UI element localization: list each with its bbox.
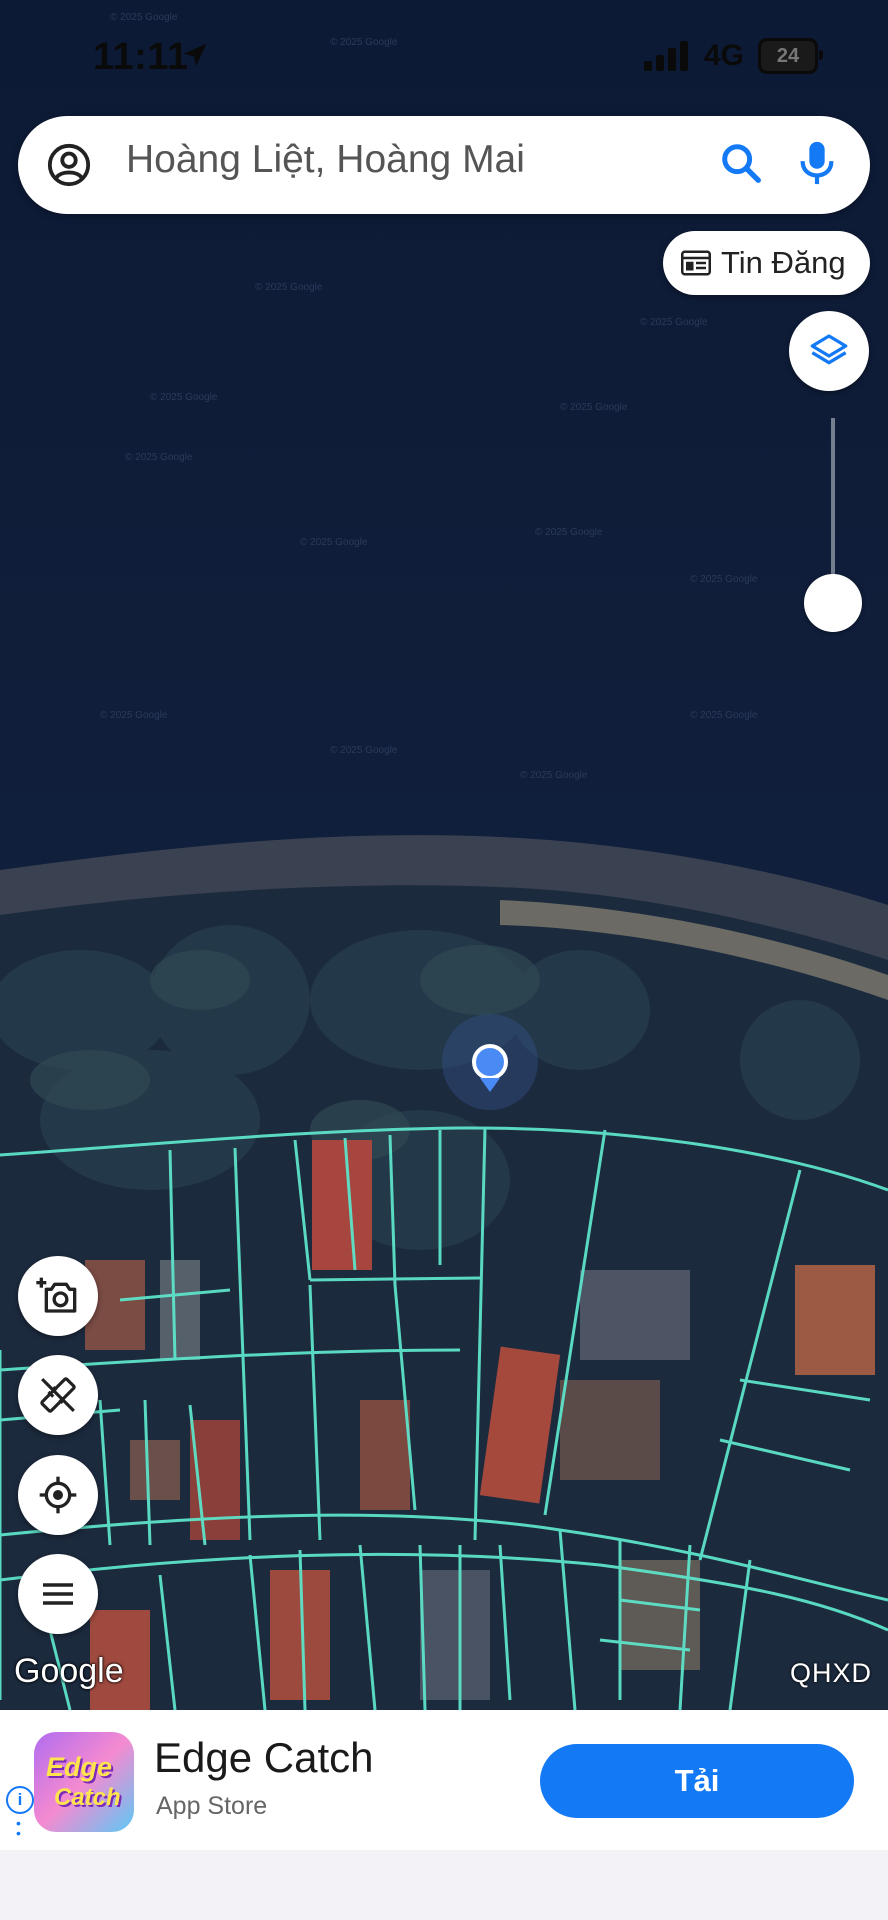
- search-query[interactable]: Hoàng Liệt, Hoàng Mai: [126, 138, 525, 182]
- layers-button[interactable]: [789, 311, 869, 391]
- layers-icon: [810, 334, 848, 365]
- opacity-slider-track[interactable]: [831, 418, 835, 598]
- add-photo-icon: [36, 1277, 77, 1313]
- bottom-bar: [0, 1850, 888, 1920]
- svg-text:© 2025 Google: © 2025 Google: [330, 745, 398, 756]
- svg-text:© 2025 Google: © 2025 Google: [690, 710, 758, 721]
- svg-text:© 2025 Google: © 2025 Google: [535, 527, 603, 538]
- add-photo-button[interactable]: [18, 1256, 98, 1336]
- search-icon[interactable]: [718, 140, 764, 186]
- layer-label: QHXD: [789, 1658, 872, 1688]
- ad-icon-text-1: Edge: [46, 1752, 113, 1782]
- menu-icon: [43, 1583, 73, 1605]
- svg-text:© 2025 Google: © 2025 Google: [640, 317, 708, 328]
- my-location-button[interactable]: [18, 1455, 98, 1535]
- location-arrow-icon: [183, 43, 207, 67]
- ad-banner[interactable]: i • • Edge Catch Edge Catch App Store Tải: [0, 1710, 888, 1850]
- listing-icon: [681, 250, 711, 276]
- svg-text:© 2025 Google: © 2025 Google: [255, 282, 323, 293]
- status-indicators: 4G 24: [643, 38, 823, 74]
- svg-text:© 2025 Google: © 2025 Google: [150, 392, 218, 403]
- svg-text:© 2025 Google: © 2025 Google: [520, 770, 588, 781]
- account-circle-icon[interactable]: [46, 142, 92, 188]
- info-icon[interactable]: i: [6, 1786, 34, 1814]
- menu-button[interactable]: [18, 1554, 98, 1634]
- more-icon[interactable]: • •: [16, 1816, 21, 1840]
- status-bar: 11:11 4G 24: [0, 30, 888, 80]
- mic-icon[interactable]: [794, 138, 840, 188]
- measure-button[interactable]: [18, 1355, 98, 1435]
- listings-chip[interactable]: Tin Đăng: [663, 231, 870, 295]
- svg-text:© 2025 Google: © 2025 Google: [100, 710, 168, 721]
- opacity-slider-thumb[interactable]: [804, 574, 862, 632]
- svg-text:© 2025 Google: © 2025 Google: [300, 537, 368, 548]
- listings-chip-label: Tin Đăng: [721, 245, 846, 280]
- svg-text:© 2025 Google: © 2025 Google: [690, 574, 758, 585]
- svg-text:© 2025 Google: © 2025 Google: [125, 452, 193, 463]
- battery-level: 24: [776, 44, 800, 67]
- ad-download-button[interactable]: Tải: [540, 1744, 854, 1818]
- google-attribution: Google: [14, 1652, 124, 1690]
- ad-app-name[interactable]: Edge Catch: [154, 1734, 373, 1782]
- ad-download-label: Tải: [674, 1763, 720, 1798]
- status-time: 11:11: [93, 36, 189, 78]
- measure-icon: [40, 1377, 76, 1413]
- my-location-icon: [39, 1476, 77, 1514]
- battery-icon: 24: [758, 38, 823, 74]
- search-bar[interactable]: Hoàng Liệt, Hoàng Mai: [18, 116, 870, 214]
- ad-icon-text-2: Catch: [54, 1784, 121, 1811]
- svg-text:© 2025 Google: © 2025 Google: [560, 402, 628, 413]
- svg-text:© 2025 Google: © 2025 Google: [110, 12, 178, 23]
- network-type: 4G: [703, 39, 744, 72]
- signal-icon: [643, 41, 688, 71]
- ad-store-label: App Store: [156, 1792, 268, 1820]
- ad-app-icon[interactable]: Edge Catch: [34, 1732, 134, 1832]
